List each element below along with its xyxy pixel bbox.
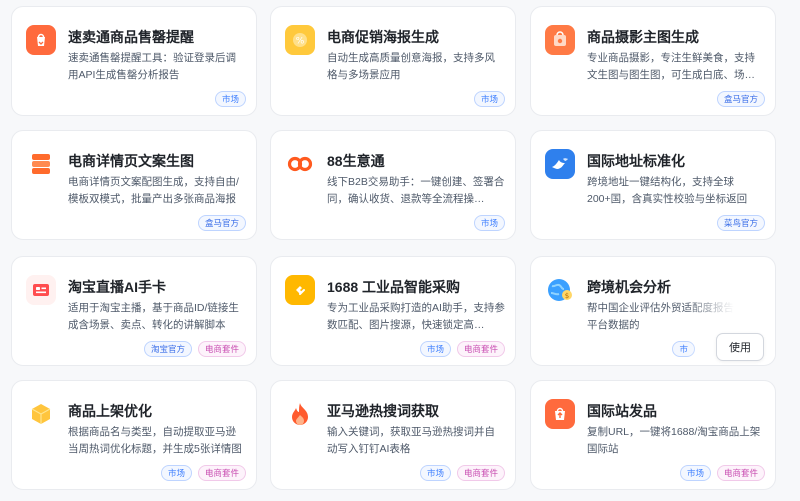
- card-description: 专为工业品采购打造的AI助手，支持参数匹配、图片搜源，快速锁定高…: [327, 302, 505, 331]
- tool-card[interactable]: 1688 工业品智能采购 专为工业品采购打造的AI助手，支持参数匹配、图片搜源，…: [270, 256, 516, 366]
- card-title: 电商详情页文案生图: [68, 153, 194, 169]
- tag-suite: 电商套件: [197, 465, 246, 481]
- svg-text:%: %: [296, 37, 305, 47]
- card-title: 商品摄影主图生成: [587, 29, 699, 45]
- card-description: 根据商品名与类型，自动提取亚马逊当周热词优化标题，并生成5张详情图: [68, 426, 242, 455]
- globe-icon: $: [545, 275, 575, 305]
- bird-icon: [545, 149, 575, 179]
- card-title: 电商促销海报生成: [327, 29, 439, 45]
- card-title: 跨境机会分析: [587, 279, 671, 295]
- card-description: 适用于淘宝主播，基于商品ID/链接生成含场景、卖点、转化的讲解脚本: [68, 302, 239, 331]
- card-description: 复制URL，一键将1688/淘宝商品上架国际站: [587, 426, 761, 455]
- tag-market: 市场: [419, 341, 451, 357]
- tag-market: 市场: [473, 215, 505, 231]
- card-description: 速卖通售罄提醒工具：验证登录后调用API生成售罄分析报告: [68, 52, 236, 81]
- card-description: 输入关键词，获取亚马逊热搜词并自动写入钉钉AI表格: [327, 426, 495, 455]
- flame-icon: [285, 399, 315, 429]
- tag-official: 盒马官方: [197, 215, 246, 231]
- card-title: 淘宝直播AI手卡: [68, 279, 166, 295]
- tool-card[interactable]: 国际地址标准化 跨境地址一键结构化，支持全球200+国，含真实性校验与坐标返回 …: [530, 130, 776, 240]
- tool-card[interactable]: 速卖通商品售罄提醒 速卖通售罄提醒工具：验证登录后调用API生成售罄分析报告 市…: [11, 6, 257, 116]
- upload-bag-icon: [545, 399, 575, 429]
- tag-market: 市场: [473, 91, 505, 107]
- layers-icon: [26, 149, 56, 179]
- card-title: 商品上架优化: [68, 403, 152, 419]
- tool-card[interactable]: 亚马逊热搜词获取 输入关键词，获取亚马逊热搜词并自动写入钉钉AI表格 市场 电商…: [270, 380, 516, 490]
- use-button[interactable]: 使用: [716, 333, 764, 361]
- tool-card[interactable]: 88生意通 线下B2B交易助手：一键创建、签署合同，确认收货、退款等全流程操… …: [270, 130, 516, 240]
- photo-bag-icon: [545, 25, 575, 55]
- svg-text:$: $: [565, 292, 569, 300]
- tag-market: 市场: [214, 91, 246, 107]
- card-description: 专业商品摄影，专注生鲜美食，支持文生图与图生图，可生成白底、场…: [587, 52, 755, 81]
- tool-card[interactable]: 商品摄影主图生成 专业商品摄影，专注生鲜美食，支持文生图与图生图，可生成白底、场…: [530, 6, 776, 116]
- card-title: 国际地址标准化: [587, 153, 685, 169]
- infinity-icon: [285, 149, 315, 179]
- tag-suite: 电商套件: [456, 341, 505, 357]
- card-description: 自动生成高质量创意海报，支持多风格与多场景应用: [327, 52, 495, 81]
- tool-card[interactable]: 国际站发品 复制URL，一键将1688/淘宝商品上架国际站 市场 电商套件: [530, 380, 776, 490]
- card-title: 亚马逊热搜词获取: [327, 403, 439, 419]
- tool-card-grid: 速卖通商品售罄提醒 速卖通售罄提醒工具：验证登录后调用API生成售罄分析报告 市…: [0, 0, 800, 501]
- tool-card[interactable]: % 电商促销海报生成 自动生成高质量创意海报，支持多风格与多场景应用 市场: [270, 6, 516, 116]
- tool-card[interactable]: 电商详情页文案生图 电商详情页文案配图生成，支持自由/模板双模式，批量产出多张商…: [11, 130, 257, 240]
- tool-card[interactable]: 淘宝直播AI手卡 适用于淘宝主播，基于商品ID/链接生成含场景、卖点、转化的讲解…: [11, 256, 257, 366]
- tag-official: 淘宝官方: [143, 341, 192, 357]
- tool-card[interactable]: 商品上架优化 根据商品名与类型，自动提取亚马逊当周热词优化标题，并生成5张详情图…: [11, 380, 257, 490]
- card-description: 线下B2B交易助手：一键创建、签署合同，确认收货、退款等全流程操…: [327, 176, 505, 205]
- card-title: 国际站发品: [587, 403, 657, 419]
- tool-card[interactable]: $ 跨境机会分析 帮中国企业评估外贸适配度报告及含平台数据的 市 使用: [530, 256, 776, 366]
- box-icon: [26, 399, 56, 429]
- tag-suite: 电商套件: [716, 465, 765, 481]
- card-title: 速卖通商品售罄提醒: [68, 29, 194, 45]
- tag-market: 市场: [160, 465, 192, 481]
- tag-suite: 电商套件: [197, 341, 246, 357]
- card-description: 电商详情页文案配图生成，支持自由/模板双模式，批量产出多张商品海报: [68, 176, 239, 205]
- percent-tag-icon: %: [285, 25, 315, 55]
- tag-suite: 电商套件: [456, 465, 505, 481]
- tag-market: 市场: [679, 465, 711, 481]
- card-description: 跨境地址一键结构化，支持全球200+国，含真实性校验与坐标返回: [587, 176, 748, 205]
- card-title: 88生意通: [327, 153, 385, 169]
- tag-official: 菜鸟官方: [716, 215, 765, 231]
- shopping-bag-icon: [26, 25, 56, 55]
- cube-arrow-icon: [285, 275, 315, 305]
- tag-market: 市场: [419, 465, 451, 481]
- card-icon: [26, 275, 56, 305]
- tag-official: 盒马官方: [716, 91, 765, 107]
- card-title: 1688 工业品智能采购: [327, 279, 461, 295]
